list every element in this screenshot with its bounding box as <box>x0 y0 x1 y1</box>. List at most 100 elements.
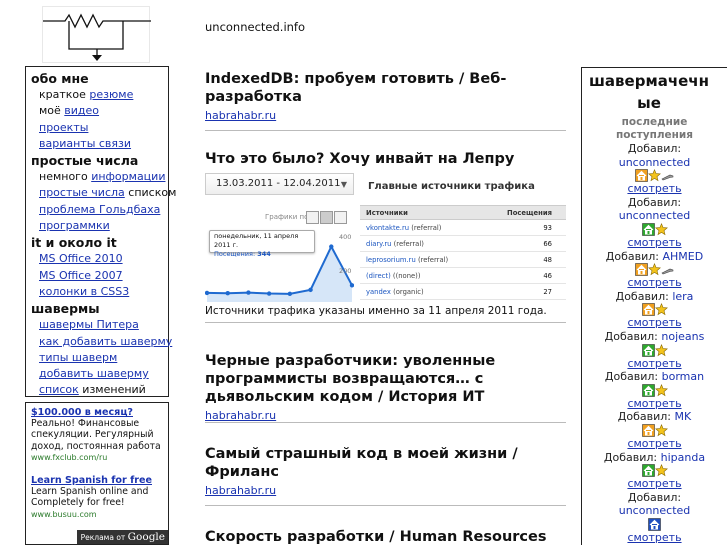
sidebar-item-text: краткое <box>39 88 90 101</box>
feed-view-link[interactable]: смотреть <box>582 276 727 290</box>
sidebar-link[interactable]: MS Office 2010 <box>39 252 123 265</box>
google-logo-text: Google <box>127 530 165 543</box>
sidebar-link[interactable]: информации <box>91 170 165 183</box>
post-source-link[interactable]: habrahabr.ru <box>205 484 566 498</box>
sidebar-item: проекты <box>26 120 168 136</box>
house-icon <box>635 169 648 182</box>
sidebar-item: простые числа списком <box>26 185 176 201</box>
post-title[interactable]: Черные разработчики: уволенные программи… <box>205 352 566 406</box>
sidebar-link[interactable]: проблема Гольдбаха <box>39 203 160 216</box>
house-icon <box>641 303 655 317</box>
feed-title-text: шавермачечные <box>589 72 709 112</box>
feed-user-link[interactable]: hipanda <box>661 451 705 464</box>
post-source-link[interactable]: habrahabr.ru <box>205 409 566 423</box>
post-title[interactable]: IndexedDB: пробуем готовить / Веб-разраб… <box>205 70 566 106</box>
traffic-source-cell: yandex (organic) <box>360 283 479 300</box>
sidebar-link[interactable]: программки <box>39 219 110 232</box>
knife-icon <box>661 174 674 181</box>
feed-user-link[interactable]: unconnected <box>582 209 727 223</box>
ad-block: $100.000 в месяц? Реально! Финансовые сп… <box>25 402 169 545</box>
ads-by-google-link[interactable]: Реклама от Google <box>76 529 168 544</box>
ad-url[interactable]: www.fxclub.com/ru <box>31 452 163 463</box>
traffic-visits: 93 <box>478 219 566 236</box>
analytics-screenshot: 13.03.2011 - 12.04.2011 ▼ Графики по: 400… <box>205 172 566 302</box>
feed-view-link[interactable]: смотреть <box>582 397 727 411</box>
sidebar-item: программки <box>26 218 168 234</box>
sidebar-link[interactable]: MS Office 2007 <box>39 269 123 282</box>
ad-title[interactable]: $100.000 в месяц? <box>31 407 163 418</box>
feed-added-by: Добавил: MK <box>582 410 727 424</box>
traffic-source-cell: leprosorium.ru (referral) <box>360 251 479 268</box>
graph-point <box>205 290 210 296</box>
sidebar-link[interactable]: шавермы Питера <box>39 318 139 331</box>
post: Скорость разработки / Human Resources <box>205 528 566 545</box>
graph-week-button <box>320 211 333 224</box>
feed-user-link[interactable]: nojeans <box>661 330 704 343</box>
tooltip-value: 344 <box>257 250 271 258</box>
sidebar-link[interactable]: список <box>39 383 79 396</box>
sidebar-link[interactable]: видео <box>64 104 99 117</box>
sidebar-item-text: моё <box>39 104 65 118</box>
post-source-link[interactable]: habrahabr.ru <box>205 109 566 123</box>
sidebar-link[interactable]: колонки в CSS3 <box>39 285 129 298</box>
feed-rating-icons <box>582 263 727 276</box>
star-icon <box>654 383 668 396</box>
traffic-kind: (referral) <box>393 239 424 248</box>
graph-point <box>287 291 293 297</box>
star-icon <box>654 464 668 477</box>
feed-added-by: Добавил: AHMED <box>582 250 727 264</box>
feed-rating-icons <box>582 383 727 397</box>
sidebar-link[interactable]: резюме <box>89 88 133 101</box>
feed-user-link[interactable]: MK <box>675 410 692 423</box>
ad-title[interactable]: Learn Spanish for free <box>31 475 163 486</box>
sidebar-item: список изменений <box>26 382 168 398</box>
sidebar-item: как добавить шаверму <box>26 334 172 350</box>
sidebar-link[interactable]: проекты <box>39 121 88 134</box>
graph-point <box>246 290 251 295</box>
sidebar-link[interactable]: простые числа <box>39 186 125 199</box>
sidebar-item-text: немного <box>39 170 92 184</box>
traffic-visits: 27 <box>478 283 566 300</box>
feed-user-link[interactable]: lera <box>672 290 693 303</box>
feed-view-link[interactable]: смотреть <box>582 182 727 196</box>
feed-rating-icons <box>582 222 727 236</box>
sidebar-link[interactable]: варианты связи <box>39 137 131 150</box>
feed-added-by: Добавил: hipanda <box>582 451 727 465</box>
site-logo[interactable] <box>42 6 151 63</box>
feed-view-link[interactable]: смотреть <box>582 236 727 250</box>
analytics-graph-panel: 13.03.2011 - 12.04.2011 ▼ Графики по: 400… <box>205 172 354 302</box>
feed-user-link[interactable]: unconnected <box>582 504 727 518</box>
sidebar-item: типы шаверм <box>26 350 168 366</box>
ad-2[interactable]: Learn Spanish for free Learn Spanish onl… <box>31 475 163 520</box>
house-icon <box>635 263 648 276</box>
ad-url[interactable]: www.busuu.com <box>31 509 163 520</box>
feed-added-by: Добавил: lera <box>582 290 727 304</box>
sidebar-link[interactable]: типы шаверм <box>39 351 117 364</box>
post-title[interactable]: Что это было? Хочу инвайт на Лепру <box>205 150 566 168</box>
feed-view-link[interactable]: смотреть <box>582 357 727 371</box>
feed-list: Добавил: unconnected смотреть Добавил: uncon… <box>582 142 727 544</box>
feed-user-link[interactable]: borman <box>662 370 704 383</box>
traffic-source-cell: diary.ru (referral) <box>360 235 479 252</box>
post-caption: Источники трафика указаны именно за 11 а… <box>205 305 547 317</box>
graph-tooltip: понедельник, 11 апреля 2011 г. Посещения… <box>209 230 315 258</box>
added-label: Добавил: <box>617 410 671 424</box>
feed-user-link[interactable]: unconnected <box>582 156 727 170</box>
feed-view-link[interactable]: смотреть <box>582 531 727 545</box>
feed-view-link[interactable]: смотреть <box>582 477 727 491</box>
traffic-source: (direct) <box>366 271 391 280</box>
feed-view-link[interactable]: смотреть <box>582 316 727 330</box>
traffic-sources-table: Источники Посещения vkontakte.ru (referr… <box>360 205 566 300</box>
post-title[interactable]: Скорость разработки / Human Resources <box>205 528 566 545</box>
sidebar-link[interactable]: добавить шаверму <box>39 367 149 380</box>
ad-1[interactable]: $100.000 в месяц? Реально! Финансовые сп… <box>31 407 163 463</box>
sidebar-section-title: простые числа <box>31 153 139 169</box>
traffic-source: diary.ru <box>366 239 392 248</box>
feed-user-link[interactable]: AHMED <box>663 250 704 263</box>
main-content: IndexedDB: пробуем готовить / Веб-разраб… <box>205 70 566 545</box>
sidebar-link[interactable]: как добавить шаверму <box>39 335 172 348</box>
feed-view-link[interactable]: смотреть <box>582 437 727 451</box>
ad-body: Реально! Финансовые спекуляции. Регулярн… <box>31 418 161 452</box>
post-title[interactable]: Самый страшный код в моей жизни / Фрилан… <box>205 445 566 481</box>
sidebar-item: MS Office 2010 <box>26 251 168 267</box>
